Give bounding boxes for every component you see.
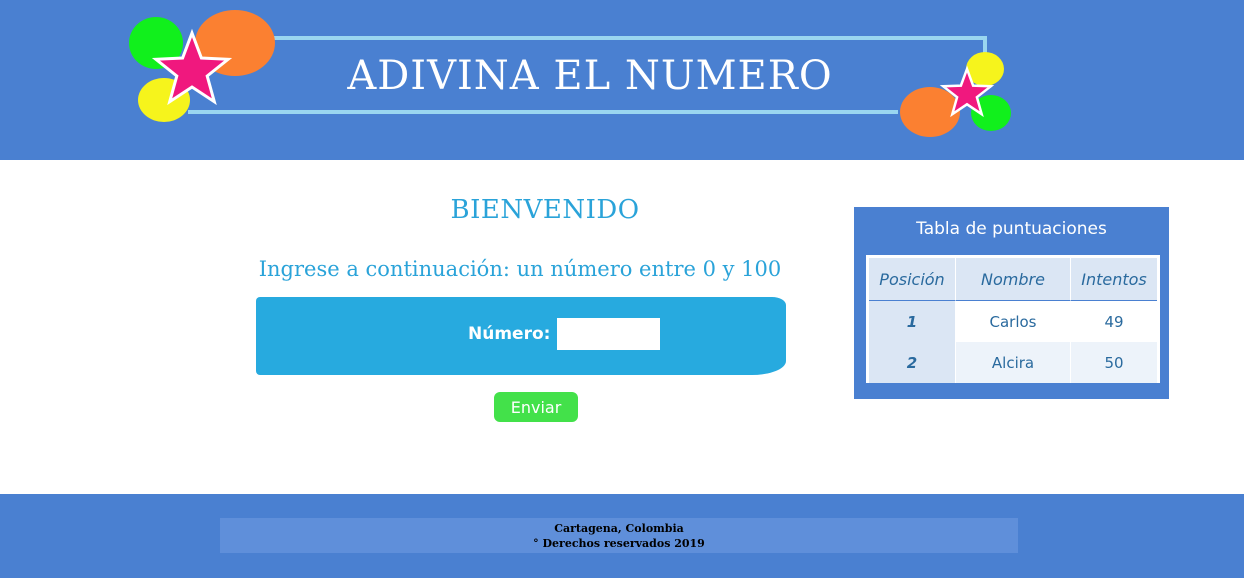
scores-panel: Tabla de puntuaciones Posición Nombre In… [854,207,1169,399]
table-row: 2 Alcira 50 [869,342,1157,383]
balloon-icon [900,87,960,137]
cell-name: Carlos [955,301,1070,342]
scores-table-wrap: Posición Nombre Intentos 1 Carlos 49 2 A… [866,255,1160,383]
table-row: 1 Carlos 49 [869,301,1157,342]
footer-box: Cartagena, Colombia ° Derechos reservado… [220,518,1018,553]
number-panel: Número: [256,297,786,375]
number-label: Número: [468,324,551,344]
column-header-attempts: Intentos [1070,258,1157,301]
scores-table: Posición Nombre Intentos 1 Carlos 49 2 A… [869,258,1157,383]
welcome-heading: BIENVENIDO [450,195,640,225]
footer-location: Cartagena, Colombia [554,522,684,535]
column-header-position: Posición [869,258,955,301]
cell-attempts: 50 [1070,342,1157,383]
footer: Cartagena, Colombia ° Derechos reservado… [0,494,1244,578]
cell-name: Alcira [955,342,1070,383]
site-title: ADIVINA EL NUMERO [347,53,833,99]
cell-position: 1 [869,301,955,342]
number-input[interactable] [557,318,660,350]
footer-copyright: ° Derechos reservados 2019 [533,537,705,550]
cell-position: 2 [869,342,955,383]
header: ADIVINA EL NUMERO [0,0,1244,160]
scores-title: Tabla de puntuaciones [916,219,1107,239]
cell-attempts: 49 [1070,301,1157,342]
submit-button[interactable]: Enviar [494,392,578,422]
table-header-row: Posición Nombre Intentos [869,258,1157,301]
instruction-text: Ingrese a continuación: un número entre … [258,257,782,281]
column-header-name: Nombre [955,258,1070,301]
